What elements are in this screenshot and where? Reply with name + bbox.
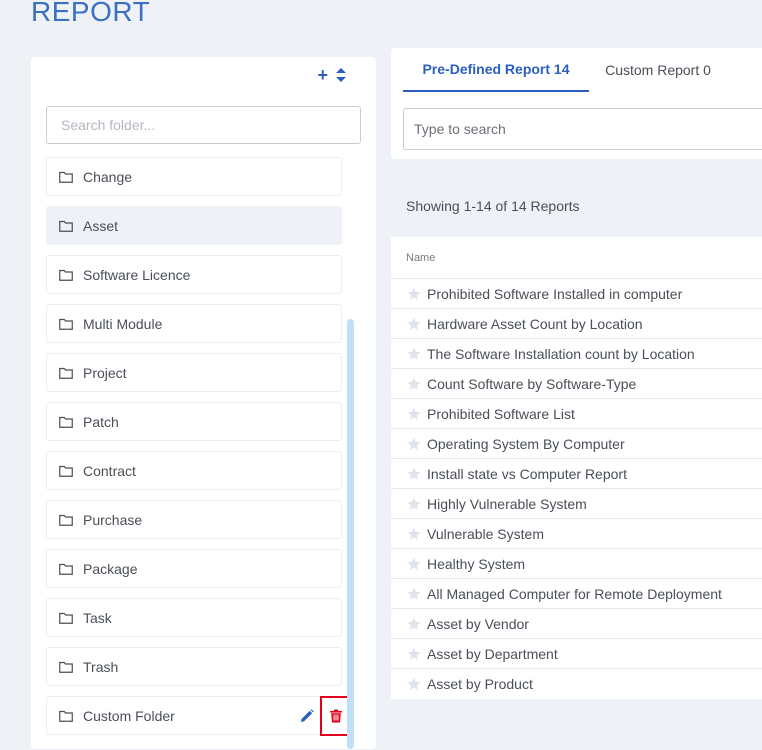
star-icon[interactable] [407, 317, 421, 331]
folder-label: Trash [83, 658, 119, 675]
tab-custom-report[interactable]: Custom Report 0 [597, 48, 719, 92]
folder-icon [59, 318, 73, 330]
report-name: All Managed Computer for Remote Deployme… [427, 585, 722, 602]
tab-predefined-report[interactable]: Pre-Defined Report 14 [403, 48, 589, 92]
folder-list-scrollbar[interactable] [347, 319, 354, 749]
reports-table: Name Prohibited Software Installed in co… [391, 237, 762, 699]
folder-search-input[interactable] [46, 106, 361, 144]
report-tabs-card: Pre-Defined Report 14 Custom Report 0 [391, 48, 762, 159]
folder-item[interactable]: Patch [46, 402, 342, 441]
folder-label: Patch [83, 413, 119, 430]
folder-label: Purchase [83, 511, 143, 528]
add-folder-icon[interactable]: + [317, 66, 328, 84]
report-name: Hardware Asset Count by Location [427, 315, 643, 332]
folder-label: Project [83, 364, 127, 381]
report-name: Asset by Product [427, 676, 533, 692]
folder-icon [59, 416, 73, 428]
star-icon[interactable] [407, 497, 421, 511]
folder-item[interactable]: Package [46, 549, 342, 588]
folder-item[interactable]: Purchase [46, 500, 342, 539]
folder-label: Change [83, 168, 133, 185]
folder-item[interactable]: Custom Folder [46, 695, 351, 736]
column-header-name[interactable]: Name [391, 237, 762, 279]
folder-icon [59, 563, 73, 575]
report-row[interactable]: Install state vs Computer Report [391, 459, 762, 489]
folder-item[interactable]: Task [46, 598, 342, 637]
folder-icon [59, 612, 73, 624]
reports-table-body: Prohibited Software Installed in compute… [391, 279, 762, 699]
folder-item-actions [300, 695, 351, 736]
folder-label: Task [83, 609, 112, 626]
folder-panel: + Change Asset Software Licence Multi Modul… [31, 57, 376, 749]
report-row[interactable]: Prohibited Software Installed in compute… [391, 279, 762, 309]
folder-icon [59, 514, 73, 526]
folder-icon [59, 710, 73, 722]
report-name: Operating System By Computer [427, 435, 625, 452]
folder-icon [59, 171, 73, 183]
folder-label: Custom Folder [83, 707, 175, 724]
report-search-input[interactable] [403, 108, 762, 150]
folder-label: Software Licence [83, 266, 191, 283]
report-row[interactable]: Count Software by Software-Type [391, 369, 762, 399]
folder-icon [59, 269, 73, 281]
folder-item[interactable]: Change [46, 157, 342, 196]
folder-item[interactable]: Multi Module [46, 304, 342, 343]
sort-icon[interactable] [336, 68, 346, 82]
folder-label: Multi Module [83, 315, 163, 332]
star-icon[interactable] [407, 557, 421, 571]
folder-icon [59, 220, 73, 232]
folder-label: Contract [83, 462, 136, 479]
report-row[interactable]: Asset by Product [391, 669, 762, 699]
folder-icon [59, 367, 73, 379]
folder-item[interactable]: Project [46, 353, 342, 392]
star-icon[interactable] [407, 377, 421, 391]
report-name: Highly Vulnerable System [427, 495, 587, 512]
report-name: The Software Installation count by Locat… [427, 345, 695, 362]
star-icon[interactable] [407, 407, 421, 421]
folder-icon [59, 465, 73, 477]
report-name: Vulnerable System [427, 525, 544, 542]
star-icon[interactable] [407, 347, 421, 361]
folder-item[interactable]: Asset [46, 206, 342, 245]
report-name: Healthy System [427, 555, 526, 572]
report-row[interactable]: Asset by Department [391, 639, 762, 669]
report-row[interactable]: Hardware Asset Count by Location [391, 309, 762, 339]
results-count: Showing 1-14 of 14 Reports [406, 198, 580, 214]
report-row[interactable]: Prohibited Software List [391, 399, 762, 429]
report-row[interactable]: Operating System By Computer [391, 429, 762, 459]
edit-icon[interactable] [300, 708, 314, 723]
report-row[interactable]: Highly Vulnerable System [391, 489, 762, 519]
star-icon[interactable] [407, 467, 421, 481]
report-name: Install state vs Computer Report [427, 465, 627, 482]
report-row[interactable]: All Managed Computer for Remote Deployme… [391, 579, 762, 609]
folder-item[interactable]: Software Licence [46, 255, 342, 294]
report-name: Count Software by Software-Type [427, 375, 637, 392]
folder-item[interactable]: Trash [46, 647, 342, 686]
report-row[interactable]: The Software Installation count by Locat… [391, 339, 762, 369]
report-name: Asset by Department [427, 645, 558, 662]
folder-item[interactable]: Contract [46, 451, 342, 490]
report-name: Prohibited Software Installed in compute… [427, 285, 683, 302]
page-title: REPORT [31, 0, 151, 27]
star-icon[interactable] [407, 437, 421, 451]
report-name: Asset by Vendor [427, 615, 529, 632]
report-name: Prohibited Software List [427, 405, 575, 422]
report-row[interactable]: Vulnerable System [391, 519, 762, 549]
folder-label: Asset [83, 217, 119, 234]
folder-panel-actions: + [317, 66, 346, 84]
star-icon[interactable] [407, 617, 421, 631]
star-icon[interactable] [407, 287, 421, 301]
folder-icon [59, 661, 73, 673]
folder-label: Package [83, 560, 138, 577]
trash-icon [329, 709, 342, 722]
star-icon[interactable] [407, 647, 421, 661]
report-row[interactable]: Healthy System [391, 549, 762, 579]
star-icon[interactable] [407, 677, 421, 691]
star-icon[interactable] [407, 527, 421, 541]
star-icon[interactable] [407, 587, 421, 601]
report-row[interactable]: Asset by Vendor [391, 609, 762, 639]
